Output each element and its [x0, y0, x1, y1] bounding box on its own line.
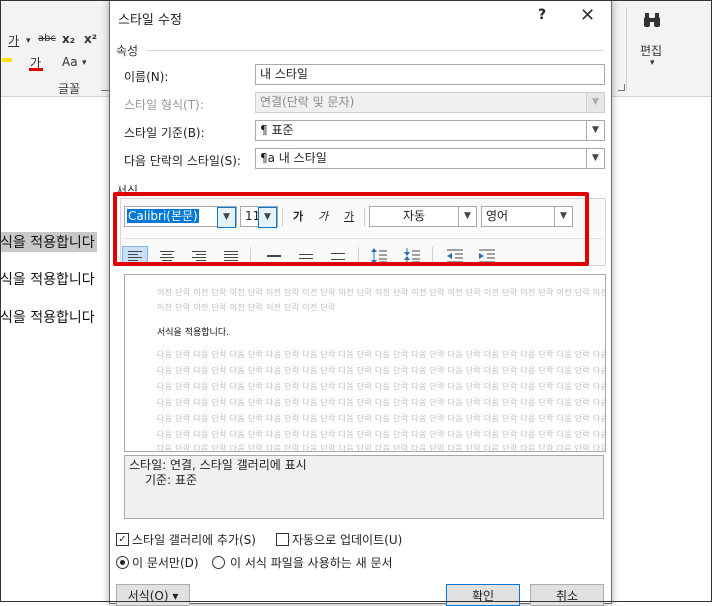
highlight-color-icon[interactable]	[2, 58, 12, 62]
style-type-select: 연결(단락 및 문자) ▼	[255, 92, 605, 113]
dropdown-arrow-icon[interactable]: ▾	[82, 58, 87, 68]
auto-update-checkbox[interactable]	[276, 533, 289, 546]
edit-group-button[interactable]: 편집	[640, 42, 662, 59]
doc-line: 식을 적용합니다	[0, 272, 95, 288]
add-to-gallery-label[interactable]: 스타일 갤러리에 추가(S)	[132, 531, 256, 548]
binoculars-icon[interactable]	[642, 12, 662, 30]
style-description: 스타일: 연결, 스타일 갤러리에 표시 기준: 표준	[124, 455, 604, 519]
style-type-value: 연결(단락 및 문자)	[260, 95, 355, 109]
section-divider	[146, 50, 604, 51]
dropdown-arrow-icon[interactable]: ▾	[26, 36, 31, 46]
preview-next-paragraph: 다음 단락 다음 단락 다음 단락 다음 단락 다음 단락 다음 단락 다음 단…	[157, 430, 606, 439]
name-label: 이름(N):	[124, 70, 169, 84]
change-case-button[interactable]: Aa	[62, 55, 78, 69]
add-to-gallery-checkbox[interactable]: ✓	[116, 533, 129, 546]
chevron-down-icon[interactable]: ▼	[586, 121, 604, 140]
ribbon-divider	[626, 8, 627, 90]
preview-previous-paragraph: 이전 단락 이전 단락 이전 단락 이전 단락 이전 단락	[157, 303, 336, 312]
description-line: 스타일: 연결, 스타일 갤러리에 표시	[129, 458, 307, 472]
chevron-down-icon[interactable]: ▼	[586, 149, 604, 168]
preview-previous-paragraph: 이전 단락 이전 단락 이전 단락 이전 단락 이전 단락 이전 단락 이전 단…	[157, 288, 606, 297]
highlight-annotation-box	[113, 192, 589, 266]
font-color-bar	[29, 68, 43, 71]
chevron-down-icon[interactable]: ▾	[650, 58, 655, 68]
next-style-value: ¶a 내 스타일	[260, 151, 327, 165]
next-style-label: 다음 단락의 스타일(S):	[124, 154, 241, 168]
this-document-radio[interactable]	[116, 556, 129, 569]
new-documents-radio[interactable]	[212, 556, 225, 569]
strikethrough-button[interactable]: abc	[38, 33, 56, 44]
preview-next-paragraph: 다음 단락 다음 단락 다음 단락 다음 단락 다음 단락 다음 단락 다음 단…	[157, 444, 606, 452]
cancel-button[interactable]: 취소	[530, 584, 604, 606]
this-document-label[interactable]: 이 문서만(D)	[132, 554, 199, 571]
properties-label: 속성	[116, 44, 139, 58]
preview-next-paragraph: 다음 단락 다음 단락 다음 단락 다음 단락 다음 단락 다음 단락 다음 단…	[157, 366, 606, 375]
help-button[interactable]: ?	[538, 7, 546, 23]
ok-button[interactable]: 확인	[446, 584, 520, 606]
preview-next-paragraph: 다음 단락 다음 단락 다음 단락 다음 단락 다음 단락 다음 단락 다음 단…	[157, 382, 606, 391]
dialog-launcher-icon[interactable]	[618, 84, 625, 91]
chevron-down-icon: ▼	[586, 93, 604, 112]
based-on-label: 스타일 기준(B):	[124, 126, 205, 140]
new-documents-label[interactable]: 이 서식 파일을 사용하는 새 문서	[230, 554, 393, 571]
doc-line: 식을 적용합니다	[0, 232, 97, 252]
name-input[interactable]: 내 스타일	[255, 64, 605, 85]
preview-next-paragraph: 다음 단락 다음 단락 다음 단락 다음 단락 다음 단락 다음 단락 다음 단…	[157, 398, 606, 407]
auto-update-label[interactable]: 자동으로 업데이트(U)	[292, 531, 402, 548]
preview-sample-text: 서식을 적용합니다.	[157, 328, 229, 338]
preview-next-paragraph: 다음 단락 다음 단락 다음 단락 다음 단락 다음 단락 다음 단락 다음 단…	[157, 350, 606, 359]
preview-next-paragraph: 다음 단락 다음 단락 다음 단락 다음 단락 다음 단락 다음 단락 다음 단…	[157, 414, 606, 423]
close-button[interactable]: ✕	[580, 5, 595, 26]
next-style-select[interactable]: ¶a 내 스타일 ▼	[255, 148, 605, 169]
dialog-title: 스타일 수정	[118, 13, 182, 28]
description-line: 기준: 표준	[145, 473, 198, 487]
based-on-value: ¶ 표준	[260, 123, 294, 137]
superscript-button[interactable]: x²	[84, 32, 97, 46]
font-group-label: 글꼴	[58, 82, 81, 96]
name-input-value: 내 스타일	[260, 67, 308, 81]
subscript-button[interactable]: x₂	[62, 32, 75, 46]
style-preview: 이전 단락 이전 단락 이전 단락 이전 단락 이전 단락 이전 단락 이전 단…	[124, 274, 606, 452]
underline-button[interactable]: 가	[8, 32, 19, 49]
style-type-label: 스타일 형식(T):	[124, 98, 204, 112]
based-on-select[interactable]: ¶ 표준 ▼	[255, 120, 605, 141]
format-menu-button[interactable]: 서식(O) ▾	[116, 584, 190, 606]
doc-line: 식을 적용합니다	[0, 310, 95, 326]
